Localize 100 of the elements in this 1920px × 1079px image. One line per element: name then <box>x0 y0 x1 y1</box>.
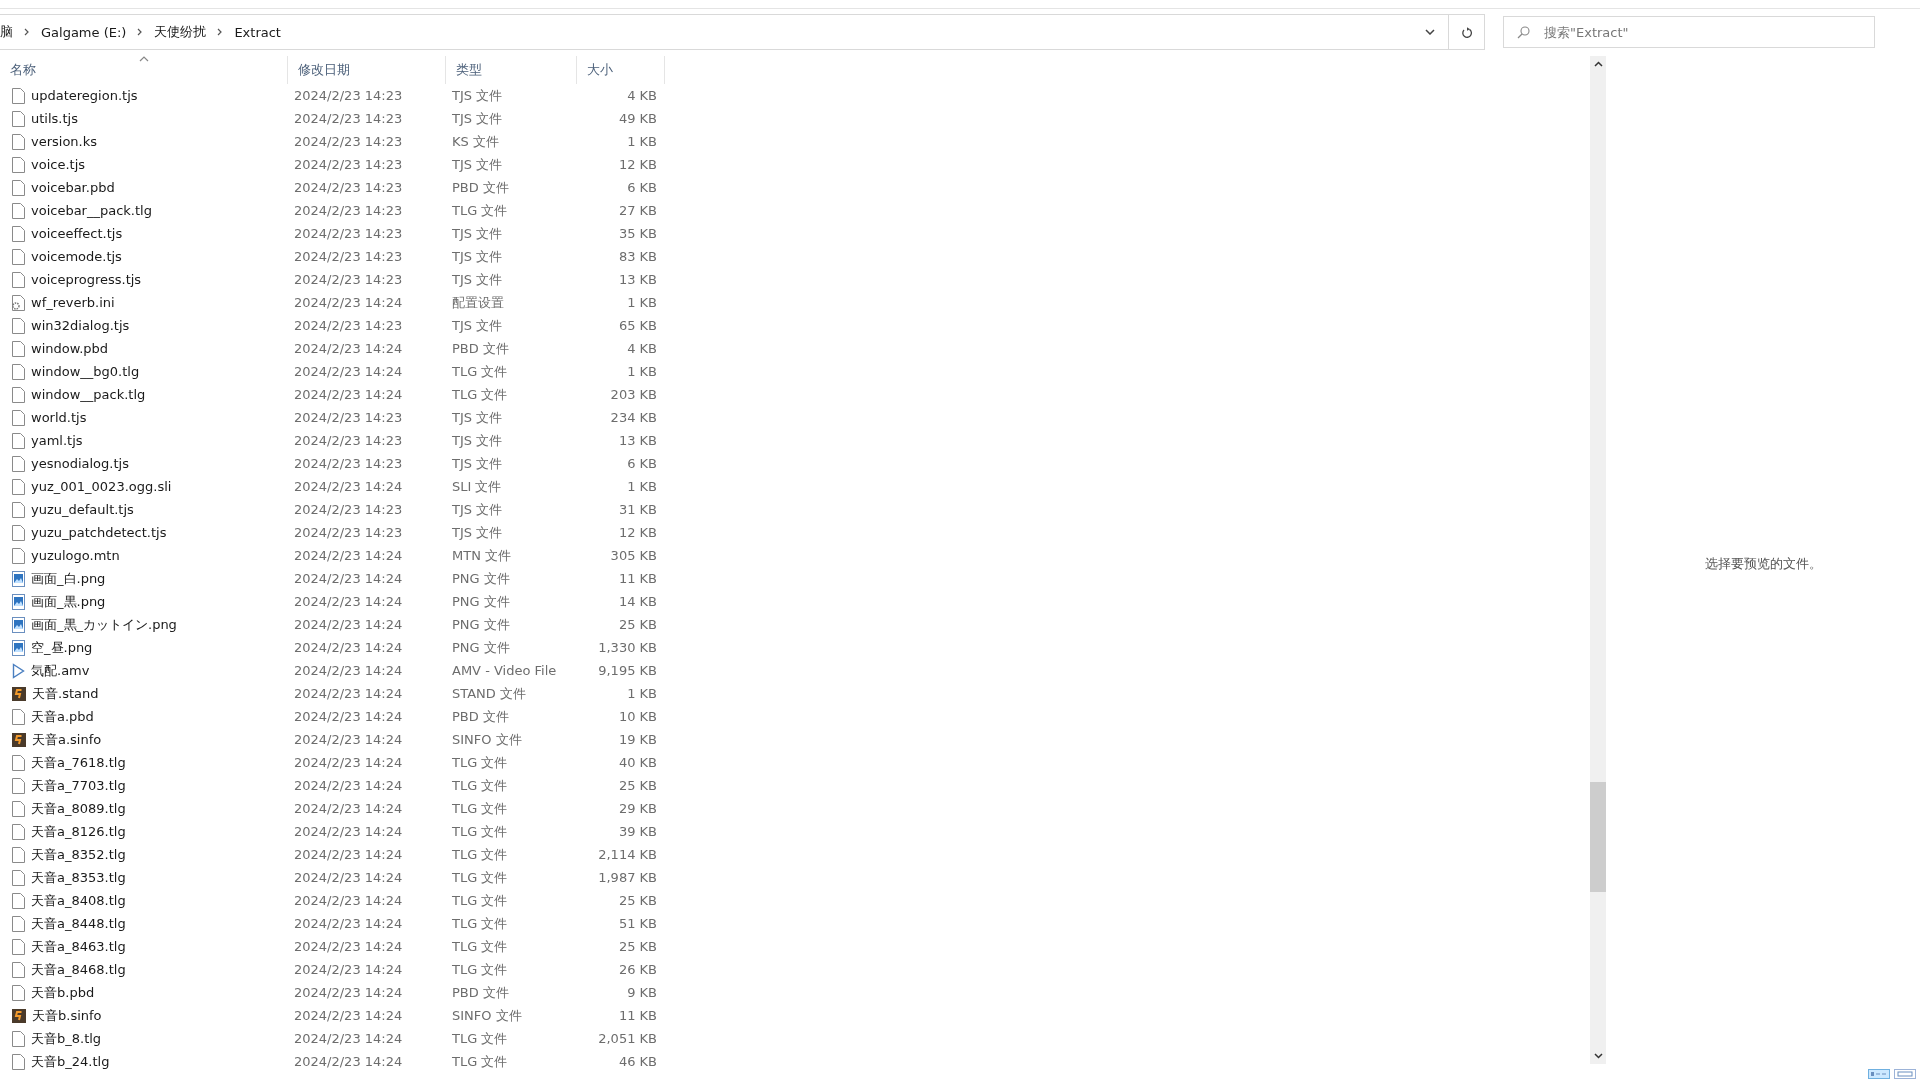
file-icon <box>12 409 25 426</box>
file-name[interactable]: voice.tjs <box>31 157 86 172</box>
file-name[interactable]: 天音.stand <box>32 684 99 703</box>
file-type: TJS 文件 <box>451 523 504 542</box>
file-name[interactable]: voiceeffect.tjs <box>31 226 123 241</box>
file-name[interactable]: updateregion.tjs <box>31 88 138 103</box>
file-name[interactable]: 天音a_7703.tlg <box>31 776 126 795</box>
search-field[interactable]: 搜索"Extract" <box>1503 16 1875 48</box>
file-name[interactable]: win32dialog.tjs <box>31 318 130 333</box>
file-name[interactable]: 天音b.sinfo <box>32 1006 102 1025</box>
modified-date: 2024/2/23 14:24 <box>293 916 404 931</box>
file-size: 35 KB <box>617 226 658 241</box>
breadcrumb[interactable]: 脑 <box>0 23 13 41</box>
scrollbar[interactable] <box>1590 56 1606 1064</box>
breadcrumb[interactable]: Galgame (E:) <box>41 24 127 40</box>
file-name[interactable]: 天音a.pbd <box>31 707 94 726</box>
file-type: PBD 文件 <box>451 178 510 197</box>
modified-date: 2024/2/23 14:23 <box>293 203 404 218</box>
file-type: TLG 文件 <box>451 385 509 404</box>
modified-date: 2024/2/23 14:24 <box>293 663 404 678</box>
file-name[interactable]: world.tjs <box>31 410 87 425</box>
file-name[interactable]: window.pbd <box>31 341 109 356</box>
scroll-thumb[interactable] <box>1590 782 1606 892</box>
file-name[interactable]: voicemode.tjs <box>31 249 122 264</box>
file-type: TJS 文件 <box>451 224 504 243</box>
file-name[interactable]: 天音b_8.tlg <box>31 1029 102 1048</box>
refresh-icon <box>1460 25 1473 39</box>
file-name[interactable]: 画面_白.png <box>31 569 106 588</box>
file-name[interactable]: 天音a_8353.tlg <box>31 868 126 887</box>
file-name[interactable]: voicebar.pbd <box>31 180 115 195</box>
file-name[interactable]: 天音a.sinfo <box>32 730 102 749</box>
file-type: STAND 文件 <box>451 684 527 703</box>
file-name[interactable]: yuzulogo.mtn <box>31 548 120 563</box>
breadcrumb[interactable]: Extract <box>234 24 281 40</box>
file-name[interactable]: 天音a_8126.tlg <box>31 822 126 841</box>
column-header[interactable]: 类型 <box>446 56 577 84</box>
file-size: 14 KB <box>617 594 658 609</box>
details-view-button[interactable] <box>1868 1069 1890 1079</box>
file-icon <box>12 961 25 978</box>
file-type: TLG 文件 <box>451 753 509 772</box>
file-name[interactable]: window__pack.tlg <box>31 387 146 402</box>
file-name[interactable]: yuzu_default.tjs <box>31 502 134 517</box>
file-icon <box>12 156 25 173</box>
image-file-icon <box>12 570 25 587</box>
file-icon <box>12 984 25 1001</box>
file-type: PBD 文件 <box>451 339 510 358</box>
column-header[interactable]: 名称 <box>0 56 288 84</box>
tiles-view-button[interactable] <box>1894 1069 1916 1079</box>
file-name[interactable]: voicebar__pack.tlg <box>31 203 152 218</box>
file-name[interactable]: 画面_黒.png <box>31 592 106 611</box>
file-name[interactable]: yaml.tjs <box>31 433 83 448</box>
file-icon <box>12 202 25 219</box>
file-name[interactable]: yesnodialog.tjs <box>31 456 129 471</box>
file-name[interactable]: 画面_黒_カットイン.png <box>31 615 177 634</box>
file-size: 83 KB <box>617 249 658 264</box>
file-size: 1 KB <box>626 134 658 149</box>
file-size: 13 KB <box>617 433 658 448</box>
file-name[interactable]: 気配.amv <box>31 661 90 680</box>
modified-date: 2024/2/23 14:24 <box>293 1054 404 1069</box>
file-name[interactable]: window__bg0.tlg <box>31 364 140 379</box>
file-size: 2,114 KB <box>597 847 658 862</box>
column-header[interactable]: 大小 <box>577 56 665 84</box>
file-name[interactable]: utils.tjs <box>31 111 78 126</box>
address-bar[interactable]: 脑 Galgame (E:) 天使纷扰 Extract <box>0 14 1485 50</box>
file-size: 39 KB <box>617 824 658 839</box>
file-icon <box>12 432 25 449</box>
file-name[interactable]: yuzu_patchdetect.tjs <box>31 525 167 540</box>
modified-date: 2024/2/23 14:24 <box>293 686 404 701</box>
file-type: KS 文件 <box>451 132 500 151</box>
modified-date: 2024/2/23 14:24 <box>293 594 404 609</box>
file-name[interactable]: 天音a_8463.tlg <box>31 937 126 956</box>
breadcrumb[interactable]: 天使纷扰 <box>154 23 207 41</box>
file-size: 1 KB <box>626 364 658 379</box>
file-type: TJS 文件 <box>451 316 504 335</box>
chevron-right-icon <box>23 28 31 36</box>
file-name[interactable]: version.ks <box>31 134 98 149</box>
file-name[interactable]: 天音a_8408.tlg <box>31 891 126 910</box>
file-size: 26 KB <box>617 962 658 977</box>
modified-date: 2024/2/23 14:24 <box>293 617 404 632</box>
column-header[interactable]: 修改日期 <box>288 56 446 84</box>
file-size: 19 KB <box>617 732 658 747</box>
file-name[interactable]: yuz_001_0023.ogg.sli <box>31 479 172 494</box>
file-name[interactable]: 天音a_8089.tlg <box>31 799 126 818</box>
file-type: PNG 文件 <box>451 592 511 611</box>
modified-date: 2024/2/23 14:24 <box>293 778 404 793</box>
file-name[interactable]: 天音a_8352.tlg <box>31 845 126 864</box>
file-name[interactable]: 空_昼.png <box>31 638 93 657</box>
file-name[interactable]: 天音a_7618.tlg <box>31 753 126 772</box>
file-size: 4 KB <box>626 88 658 103</box>
file-name[interactable]: 天音a_8468.tlg <box>31 960 126 979</box>
details-view-icon <box>1870 1071 1888 1077</box>
file-type: TJS 文件 <box>451 454 504 473</box>
file-name[interactable]: 天音b_24.tlg <box>31 1052 110 1071</box>
tiles-view-icon <box>1896 1071 1914 1077</box>
file-icon <box>12 386 25 403</box>
file-size: 51 KB <box>617 916 658 931</box>
file-name[interactable]: 天音b.pbd <box>31 983 95 1002</box>
file-name[interactable]: wf_reverb.ini <box>31 295 115 310</box>
file-name[interactable]: voiceprogress.tjs <box>31 272 142 287</box>
file-name[interactable]: 天音a_8448.tlg <box>31 914 126 933</box>
